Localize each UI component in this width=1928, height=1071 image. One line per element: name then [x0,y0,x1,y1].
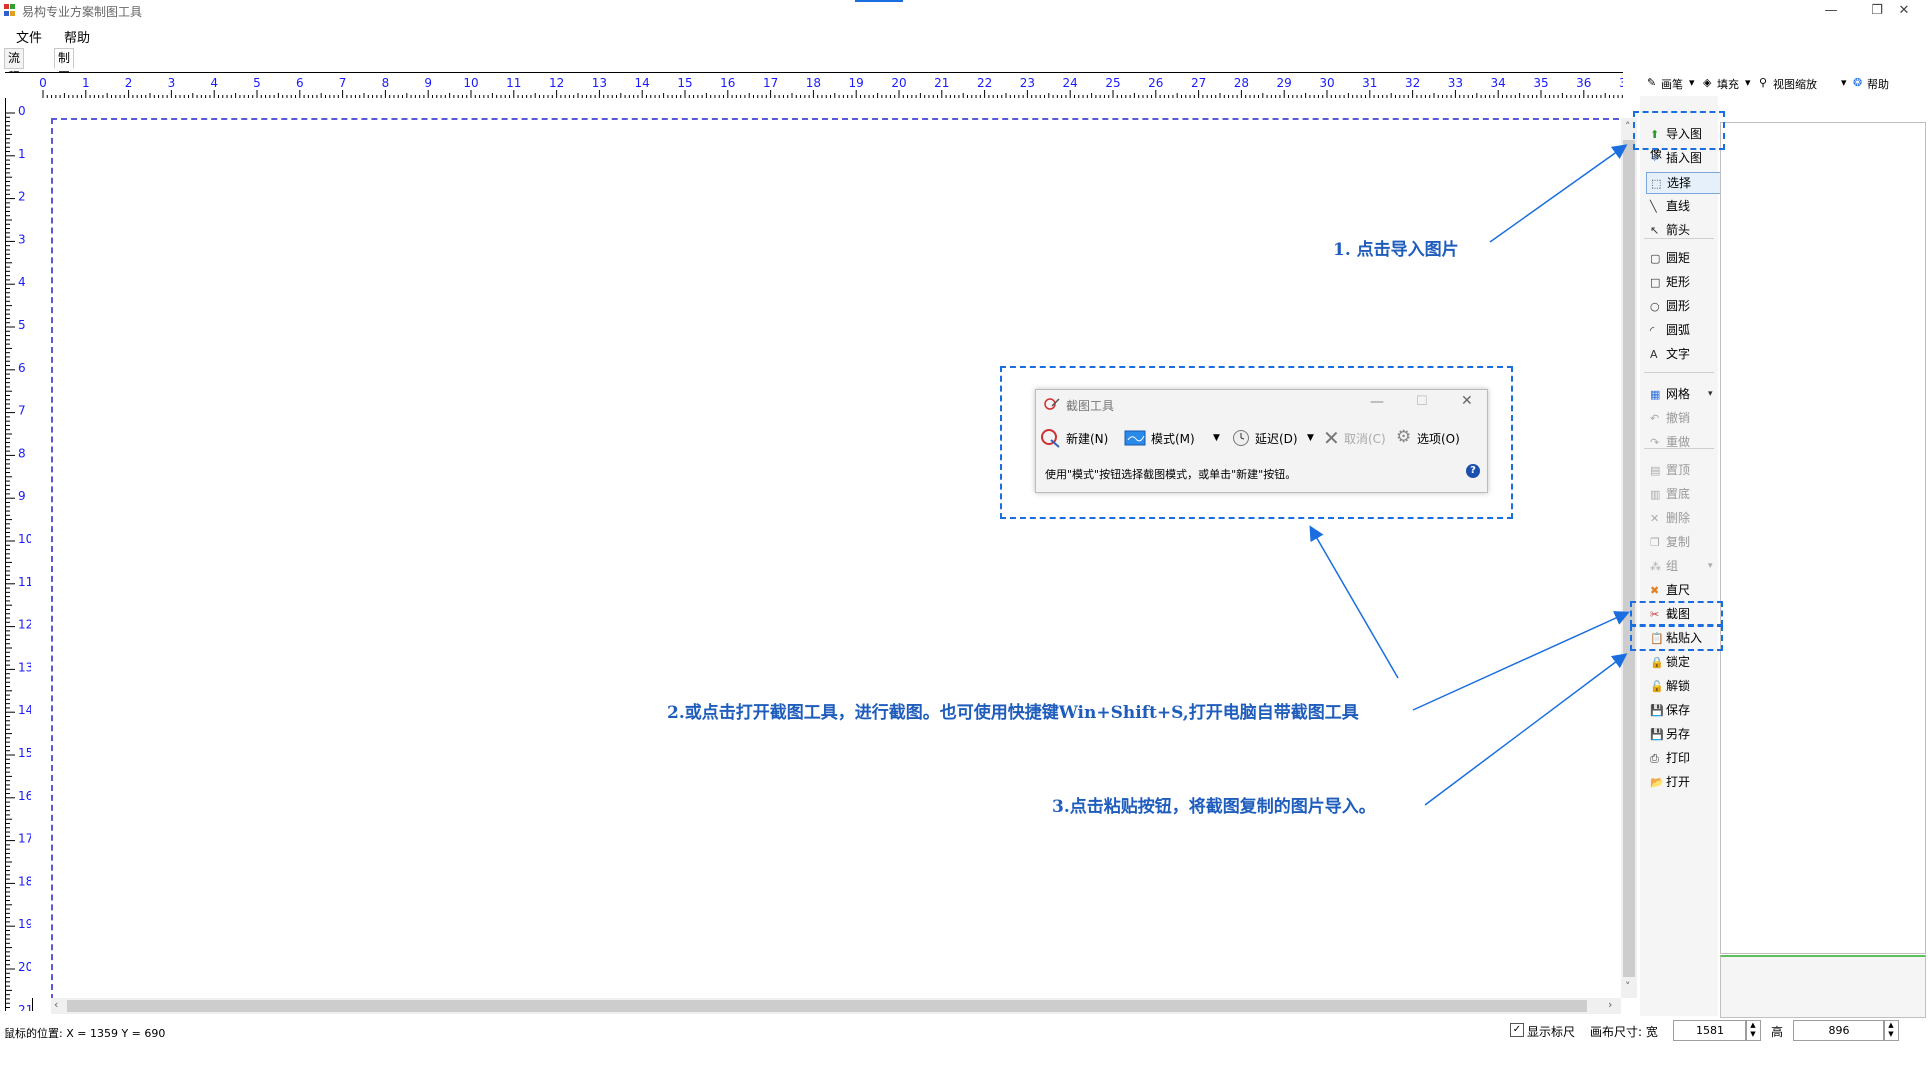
annotation-step1: 1. 点击导入图片 [1333,240,1459,260]
height-spinner-icon[interactable]: ▲ ▼ [1883,1020,1899,1041]
canvas-size-label: 画布尺寸: 宽 [1590,1025,1658,1039]
arrow-step2-to-screenshot [1412,611,1630,711]
annotation-step3: 3.点击粘贴按钮，将截图复制的图片导入。 [1052,797,1376,817]
canvas-width-input[interactable]: 1581 [1673,1020,1747,1041]
status-bar: 鼠标的位置: X = 1359 Y = 690 ✓ 显示标尺 画布尺寸: 宽 1… [0,1018,1928,1044]
annotation-step2: 2.或点击打开截图工具，进行截图。也可使用快捷键Win+Shift+S,打开电脑… [667,703,1359,723]
canvas-height-input[interactable]: 896 [1793,1020,1885,1041]
arrow-step2-to-snip [1309,525,1399,679]
mouse-position-label: 鼠标的位置: X = 1359 Y = 690 [4,1027,166,1040]
arrow-step1 [1489,144,1628,243]
show-ruler-checkbox[interactable]: ✓ [1510,1023,1524,1037]
width-spinner-icon[interactable]: ▲ ▼ [1745,1020,1761,1041]
height-label: 高 [1771,1025,1784,1039]
arrow-step3 [1424,653,1628,806]
show-ruler-label: 显示标尺 [1527,1025,1576,1039]
annotation-arrows [1309,144,1630,806]
